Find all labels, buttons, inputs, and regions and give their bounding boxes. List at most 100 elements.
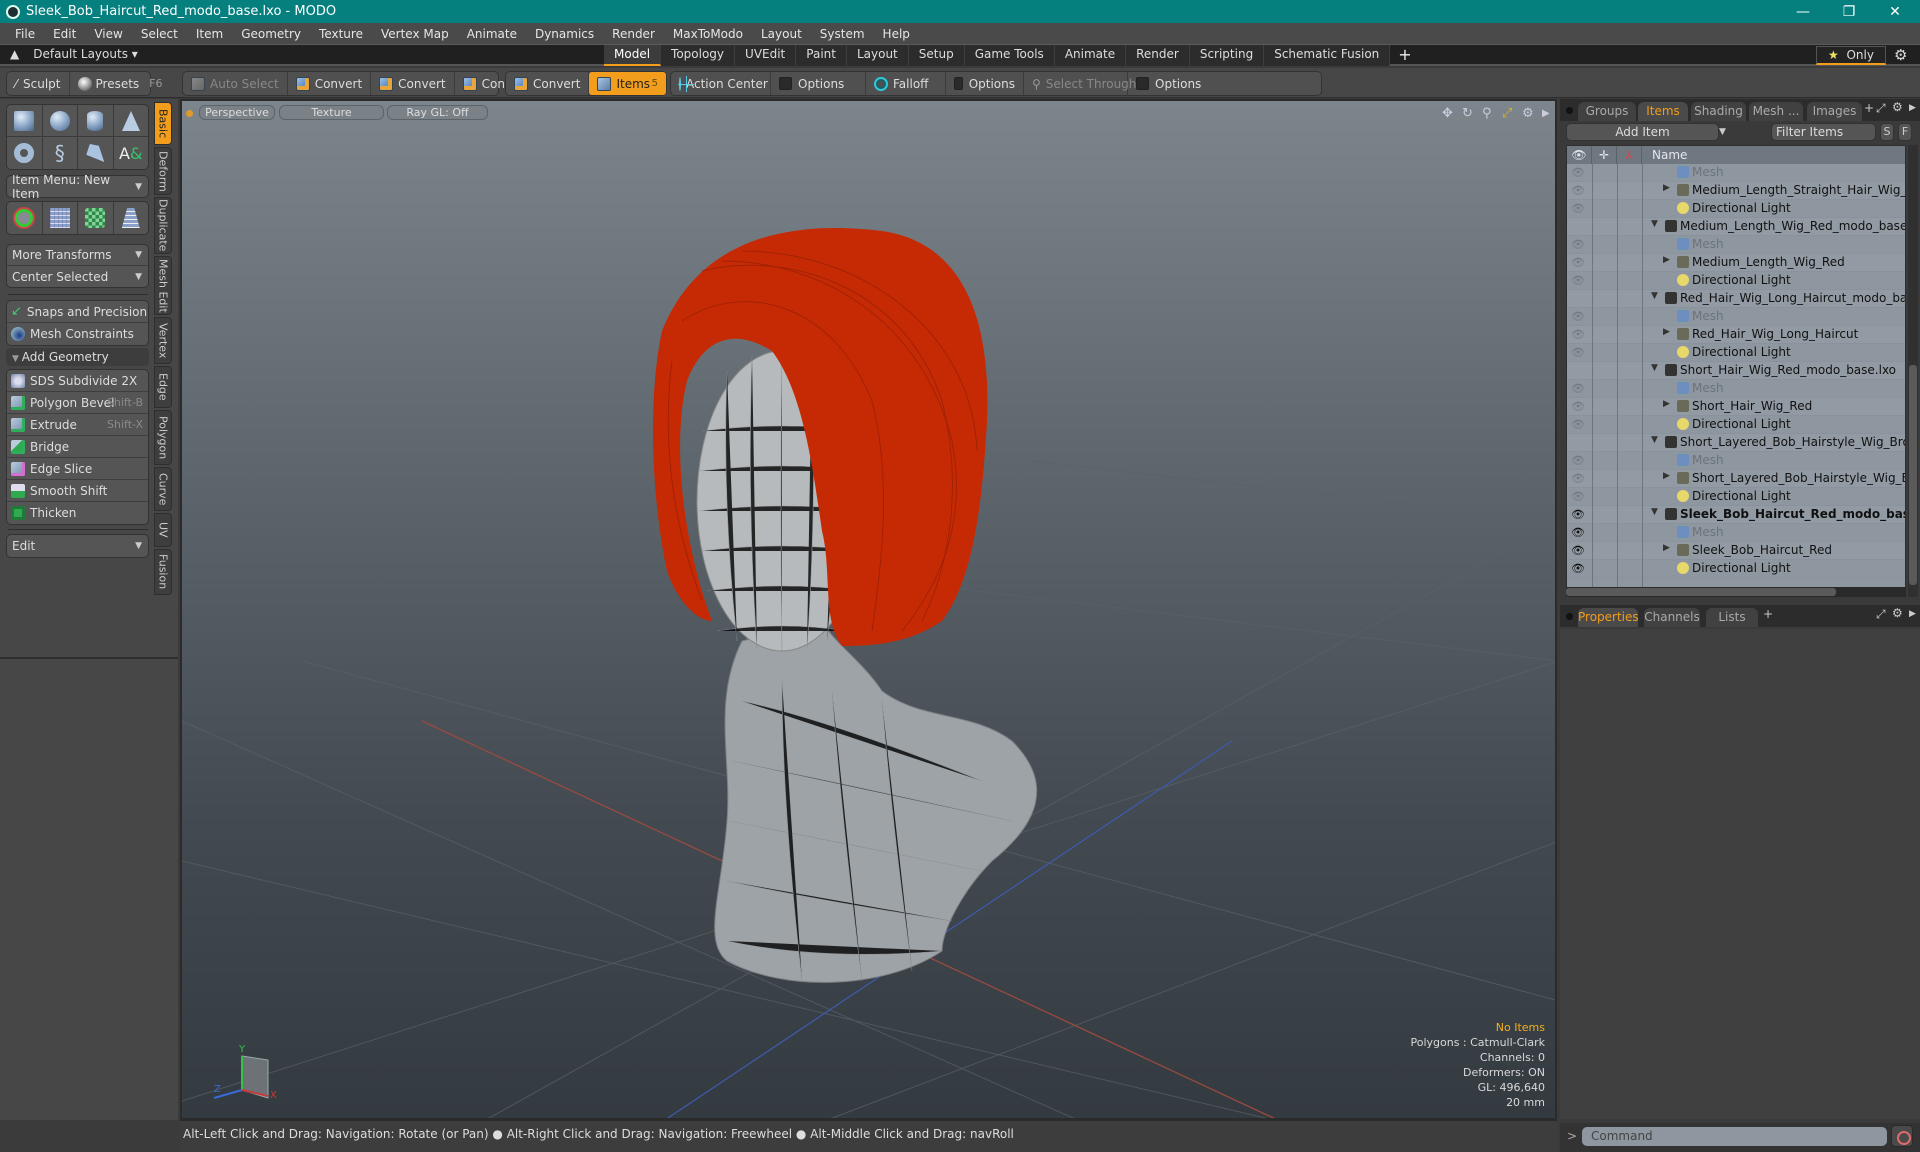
menu-help[interactable]: Help [874, 27, 919, 41]
viewport-menu-arrow-icon[interactable]: ▶ [1542, 108, 1550, 119]
tab-groups[interactable]: Groups [1578, 102, 1636, 121]
filter-s-button[interactable]: S [1880, 123, 1894, 141]
checker-button[interactable] [78, 202, 114, 234]
tab-setup[interactable]: Setup [908, 45, 965, 66]
collapse-triangle-icon[interactable]: ▼ [1651, 291, 1658, 301]
edit-dropdown[interactable]: Edit ▼ [6, 534, 149, 558]
action-center-options-button[interactable]: Options [771, 72, 866, 95]
visibility-eye-icon[interactable]: 👁 [1571, 256, 1585, 269]
default-layouts-dropdown[interactable]: ▲ Default Layouts ▾ [10, 47, 138, 61]
visibility-eye-icon[interactable]: 👁 [1571, 184, 1585, 197]
vtab-vertex[interactable]: Vertex [154, 317, 172, 364]
presets-button[interactable]: Presets F6 [70, 72, 171, 95]
filter-f-button[interactable]: F [1898, 123, 1912, 141]
item-tree-horizontal-scrollbar[interactable] [1566, 587, 1906, 597]
menu-edit[interactable]: Edit [44, 27, 85, 41]
panel-options-dot[interactable] [1566, 613, 1573, 620]
vtab-basic[interactable]: Basic [154, 102, 172, 145]
menu-texture[interactable]: Texture [310, 27, 372, 41]
add-geometry-section[interactable]: ▼ Add Geometry [6, 348, 149, 366]
visibility-eye-icon[interactable]: 👁 [1571, 544, 1585, 557]
tab-images[interactable]: Images [1807, 102, 1862, 121]
snaps-precision-button[interactable]: ↙ Snaps and Precision [7, 301, 148, 323]
visibility-eye-icon[interactable]: 👁 [1571, 202, 1585, 215]
tool-thicken[interactable]: Thicken [7, 502, 148, 524]
tab-mesh[interactable]: Mesh ... [1749, 102, 1803, 121]
viewport-settings-gear-icon[interactable]: ⚙ [1522, 106, 1534, 121]
tool-edge-slice[interactable]: Edge Slice [7, 458, 148, 480]
falloff-button[interactable]: Falloff [866, 72, 946, 95]
visibility-eye-icon[interactable]: 👁 [1571, 400, 1585, 413]
tab-lists[interactable]: Lists [1706, 608, 1758, 627]
uv-grid-button[interactable] [43, 202, 78, 234]
tab-render[interactable]: Render [1126, 45, 1190, 66]
tab-uvedit[interactable]: UVEdit [735, 45, 797, 66]
tool-smooth-shift[interactable]: Smooth Shift [7, 480, 148, 502]
collapse-triangle-icon[interactable]: ▼ [1651, 435, 1658, 445]
only-button[interactable]: ★ Only [1816, 46, 1886, 65]
vtab-duplicate[interactable]: Duplicate [154, 197, 172, 254]
panel-gear-icon[interactable]: ⚙ [1892, 606, 1903, 620]
scrollbar-thumb[interactable] [1909, 365, 1917, 585]
name-column-header[interactable]: Name [1642, 148, 1687, 162]
tool-sds-subdivide[interactable]: SDS Subdivide 2X [7, 370, 148, 392]
cylinder-primitive-button[interactable] [78, 105, 114, 136]
menu-render[interactable]: Render [603, 27, 664, 41]
visibility-eye-icon[interactable]: 👁 [1571, 472, 1585, 485]
vtab-curve[interactable]: Curve [154, 467, 172, 511]
vtab-mesh-edit[interactable]: Mesh Edit [154, 256, 172, 315]
collapse-triangle-icon[interactable]: ▼ [1651, 363, 1658, 373]
visibility-eye-icon[interactable]: 👁 [1571, 454, 1585, 467]
expand-triangle-icon[interactable]: ▶ [1663, 543, 1670, 553]
torus-primitive-button[interactable] [7, 137, 43, 169]
visibility-column-eye-icon[interactable]: 👁 [1567, 146, 1592, 164]
tab-animate[interactable]: Animate [1054, 45, 1127, 66]
select-through-button[interactable]: ⚲ Select Through [1024, 72, 1136, 95]
items-mode-button[interactable]: Items 5 [589, 72, 666, 95]
tab-layout[interactable]: Layout [846, 45, 909, 66]
menu-animate[interactable]: Animate [458, 27, 526, 41]
3d-viewport[interactable]: Perspective Texture Ray GL: Off ✥ ↻ ⚲ ⤢ … [180, 99, 1557, 1120]
menu-vertex-map[interactable]: Vertex Map [372, 27, 458, 41]
filter-items-input[interactable]: Filter Items [1771, 123, 1876, 141]
auto-select-button[interactable]: Auto Select [183, 72, 288, 95]
expand-triangle-icon[interactable]: ▶ [1663, 327, 1670, 337]
expand-triangle-icon[interactable]: ▶ [1663, 255, 1670, 265]
convert-vertices-button[interactable]: Convert [288, 72, 372, 95]
visibility-eye-icon[interactable]: 👁 [1571, 562, 1585, 575]
visibility-eye-icon[interactable]: 👁 [1571, 508, 1585, 521]
convert-items-button[interactable]: Convert [506, 72, 590, 95]
panel-menu-arrow-icon[interactable]: ▶ [1909, 103, 1916, 113]
tool-extrude[interactable]: Extrude Shift-X [7, 414, 148, 436]
menu-geometry[interactable]: Geometry [232, 27, 310, 41]
tab-paint[interactable]: Paint [796, 45, 847, 66]
command-history-button[interactable] [1891, 1125, 1913, 1147]
action-center-button[interactable]: Action Center [671, 72, 771, 95]
menu-layout[interactable]: Layout [752, 27, 811, 41]
expand-triangle-icon[interactable]: ▶ [1663, 471, 1670, 481]
add-tab-button[interactable]: + [1864, 101, 1874, 115]
raygl-button[interactable]: Ray GL: Off [387, 105, 488, 120]
item-tree-vertical-scrollbar[interactable] [1908, 145, 1918, 597]
menu-maxtomodo[interactable]: MaxToModo [664, 27, 752, 41]
add-item-button[interactable]: Add Item [1566, 123, 1719, 141]
maximize-viewport-icon[interactable]: ⤢ [1502, 106, 1512, 121]
panel-options-dot[interactable] [1566, 107, 1573, 114]
vtab-uv[interactable]: UV [154, 513, 172, 547]
tab-items[interactable]: Items [1638, 102, 1688, 121]
visibility-eye-icon[interactable]: 👁 [1571, 166, 1585, 179]
add-tab-button[interactable]: + [1763, 607, 1773, 621]
lock-column-icon[interactable]: ✛ [1592, 146, 1617, 164]
visibility-eye-icon[interactable]: 👁 [1571, 490, 1585, 503]
scrollbar-thumb[interactable] [1566, 588, 1836, 596]
close-button[interactable]: ✕ [1872, 0, 1918, 23]
tab-game-tools[interactable]: Game Tools [964, 45, 1055, 66]
menu-select[interactable]: Select [132, 27, 187, 41]
tab-channels[interactable]: Channels [1644, 608, 1700, 627]
vtab-edge[interactable]: Edge [154, 366, 172, 408]
sculpt-button[interactable]: ⁄ Sculpt [7, 72, 70, 95]
menu-system[interactable]: System [811, 27, 874, 41]
view-mode-button[interactable]: Perspective [199, 105, 275, 120]
select-through-options-button[interactable]: Options [1128, 72, 1209, 95]
tab-model[interactable]: Model [604, 45, 662, 66]
